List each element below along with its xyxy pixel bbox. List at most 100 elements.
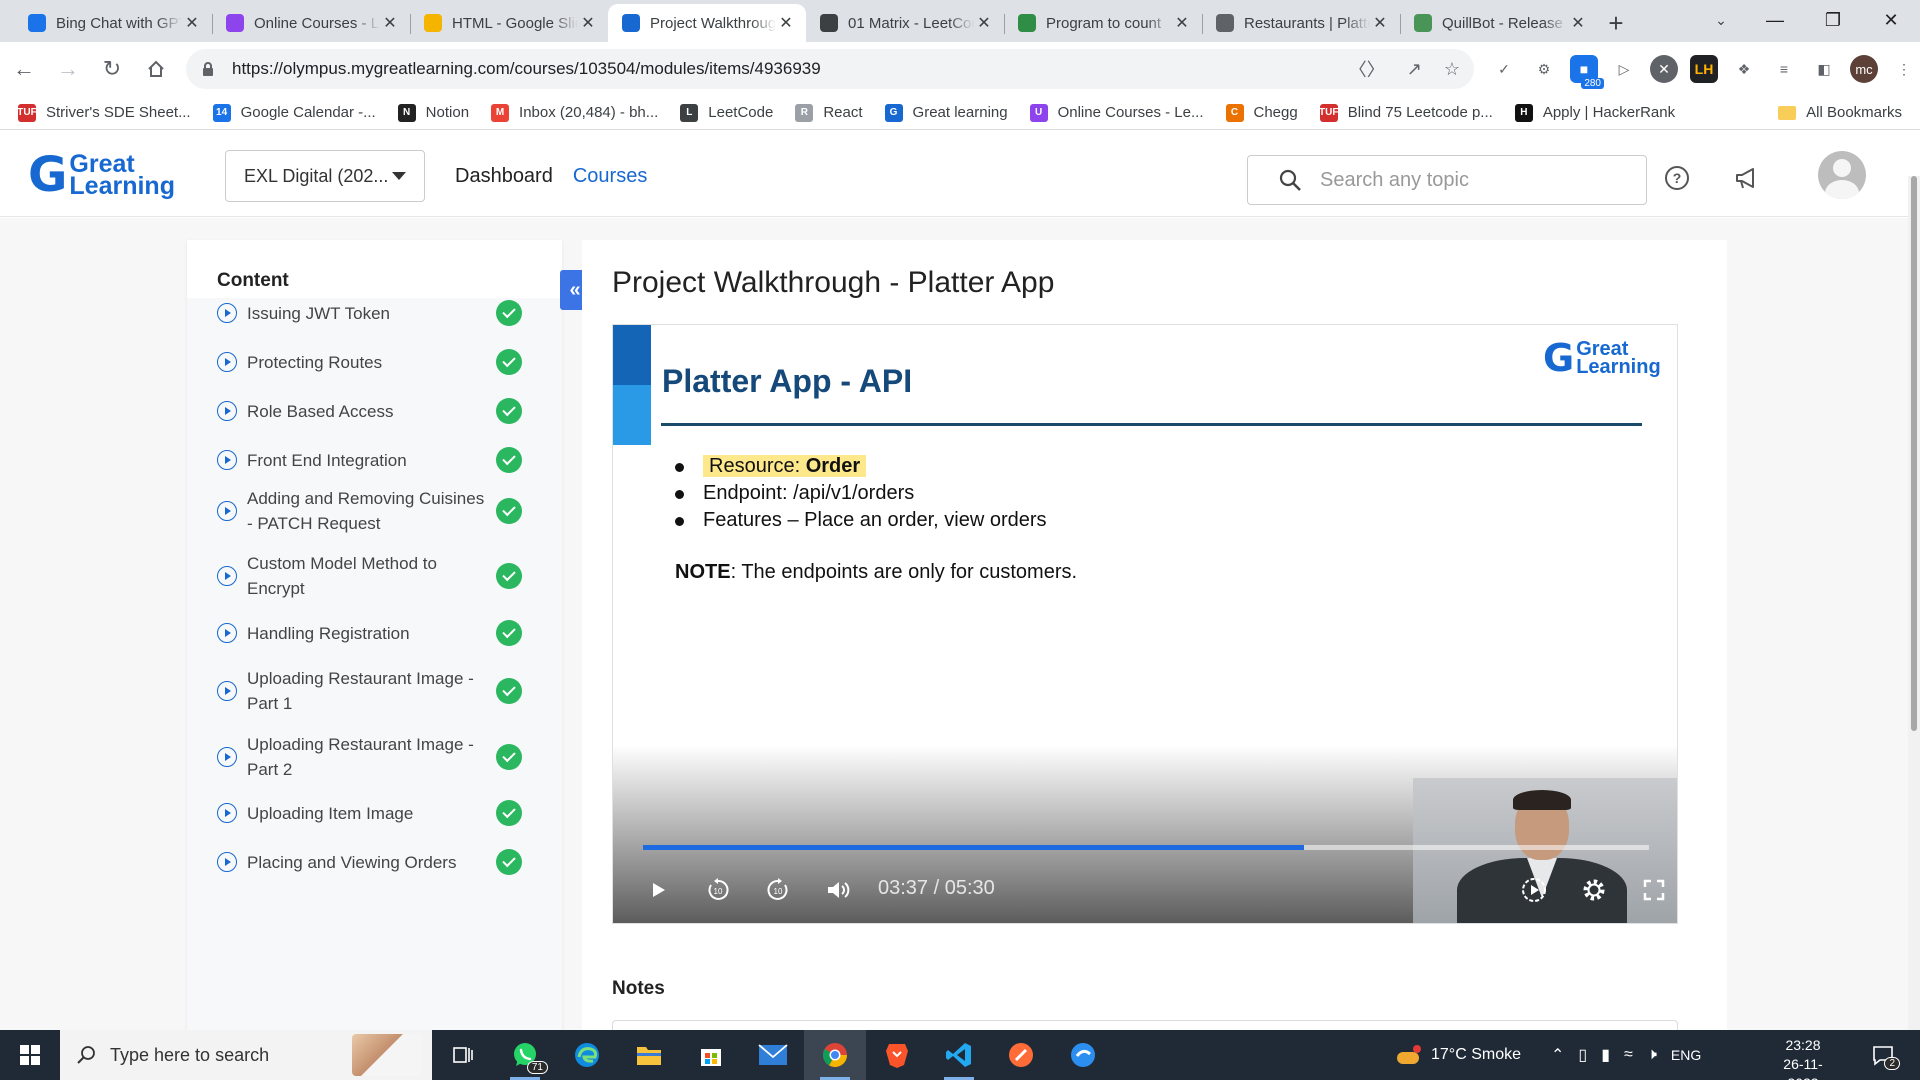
bookmark-item[interactable]: M Inbox (20,484) - bh...	[491, 103, 658, 122]
program-select[interactable]: EXL Digital (202...	[225, 150, 425, 202]
module-item[interactable]: Custom Model Method to Encrypt	[187, 551, 562, 601]
browser-tab[interactable]: HTML - Google Slides✕	[410, 4, 608, 42]
browser-tab[interactable]: Bing Chat with GPT-4✕	[14, 4, 212, 42]
minimize-button[interactable]: —	[1746, 0, 1804, 40]
puzzle-extensions-icon[interactable]: ❖	[1730, 55, 1758, 83]
great-learning-logo[interactable]: G Great Learning	[28, 151, 175, 199]
user-avatar[interactable]	[1818, 151, 1866, 199]
volume-button[interactable]	[823, 875, 853, 905]
module-item[interactable]: Uploading Restaurant Image - Part 1	[187, 666, 562, 716]
rewind-10-button[interactable]: 10	[703, 875, 733, 905]
module-item[interactable]: Role Based Access	[187, 396, 562, 426]
bookmark-item[interactable]: L LeetCode	[680, 103, 773, 122]
video-player[interactable]: Platter App - API G Great Learning Resou…	[612, 324, 1678, 924]
help-icon[interactable]: ?	[1662, 163, 1692, 193]
restore-button[interactable]: ❐	[1804, 0, 1862, 40]
bookmark-item[interactable]: N Notion	[397, 103, 469, 122]
all-bookmarks-button[interactable]: All Bookmarks	[1778, 104, 1902, 121]
tab-search-chevron-icon[interactable]: ⌄	[1707, 8, 1735, 32]
bookmark-star-icon[interactable]: ☆	[1444, 59, 1460, 80]
nav-dashboard-link[interactable]: Dashboard	[455, 165, 553, 188]
browser-tab[interactable]: Program to count ✕	[1004, 4, 1202, 42]
browser-tab[interactable]: QuillBot - Release ✕	[1400, 4, 1598, 42]
bookmark-item[interactable]: G Great learning	[884, 103, 1008, 122]
settings-button[interactable]	[1579, 875, 1609, 905]
start-button[interactable]	[0, 1030, 60, 1080]
check-extension-icon[interactable]: ✓	[1490, 55, 1518, 83]
address-bar[interactable]: https://olympus.mygreatlearning.com/cour…	[186, 49, 1474, 89]
taskbar-brave[interactable]	[866, 1030, 928, 1080]
weather-widget[interactable]: 17°C Smoke	[1395, 1044, 1521, 1066]
module-item[interactable]: Adding and Removing Cuisines - PATCH Req…	[187, 486, 562, 536]
taskbar-postman[interactable]	[990, 1030, 1052, 1080]
close-tab-icon[interactable]: ✕	[182, 13, 202, 33]
bookmark-item[interactable]: U Online Courses - Le...	[1029, 103, 1204, 122]
taskbar-chrome[interactable]	[804, 1030, 866, 1080]
taskbar-file-explorer[interactable]	[618, 1030, 680, 1080]
close-window-button[interactable]: ✕	[1862, 0, 1920, 40]
wifi-icon[interactable]: ≈	[1624, 1046, 1633, 1064]
tray-device-icon[interactable]: ▯	[1578, 1045, 1587, 1065]
bookmark-item[interactable]: H Apply | HackerRank	[1514, 103, 1675, 122]
taskbar-whatsapp[interactable]: 71	[494, 1030, 556, 1080]
close-tab-icon[interactable]: ✕	[578, 13, 598, 33]
forward-10-button[interactable]: 10	[763, 875, 793, 905]
reading-list-icon[interactable]: ≡	[1770, 55, 1798, 83]
site-info-icon[interactable]	[200, 61, 216, 77]
url-text[interactable]: https://olympus.mygreatlearning.com/cour…	[232, 59, 1349, 79]
nav-courses-link[interactable]: Courses	[573, 165, 647, 188]
bookmark-item[interactable]: 14 Google Calendar -...	[212, 103, 376, 122]
play-button[interactable]	[643, 875, 673, 905]
reload-button[interactable]: ↻	[92, 49, 132, 89]
notification-center-button[interactable]: 2	[1868, 1040, 1900, 1070]
back-button[interactable]: ←	[4, 49, 44, 89]
play-extension-icon[interactable]: ▷	[1610, 55, 1638, 83]
bookmark-item[interactable]: TUF Striver's SDE Sheet...	[17, 103, 191, 122]
bookmark-item[interactable]: TUF Blind 75 Leetcode p...	[1319, 103, 1493, 122]
tray-chevron-icon[interactable]: ⌃	[1551, 1045, 1564, 1065]
close-tab-icon[interactable]: ✕	[776, 13, 796, 33]
lh-extension-icon[interactable]: LH	[1690, 55, 1718, 83]
taskbar-search[interactable]: Type here to search	[60, 1030, 432, 1080]
bookmark-item[interactable]: C Chegg	[1225, 103, 1298, 122]
extension-gear-icon[interactable]: ⚙	[1530, 55, 1558, 83]
taskbar-vscode[interactable]	[928, 1030, 990, 1080]
module-item[interactable]: Placing and Viewing Orders	[187, 847, 562, 877]
close-tab-icon[interactable]: ✕	[1370, 13, 1390, 33]
home-button[interactable]	[136, 49, 176, 89]
module-item[interactable]: Protecting Routes	[187, 347, 562, 377]
bookmark-item[interactable]: R React	[795, 103, 863, 122]
extension-badge-icon[interactable]: ■ 280	[1570, 55, 1604, 89]
forward-button[interactable]: →	[48, 49, 88, 89]
battery-icon[interactable]: ▮	[1601, 1045, 1610, 1065]
close-tab-icon[interactable]: ✕	[974, 13, 994, 33]
browser-tab[interactable]: Project Walkthrough ✕	[608, 4, 806, 42]
new-tab-button[interactable]: +	[1598, 4, 1634, 42]
task-view-button[interactable]	[432, 1030, 494, 1080]
close-tab-icon[interactable]: ✕	[1172, 13, 1192, 33]
taskbar-store[interactable]	[680, 1030, 742, 1080]
fullscreen-button[interactable]	[1639, 875, 1669, 905]
taskbar-edge[interactable]	[556, 1030, 618, 1080]
side-panel-icon[interactable]: ◧	[1810, 55, 1838, 83]
module-item[interactable]: Uploading Item Image	[187, 798, 562, 828]
share-icon[interactable]: ↗	[1407, 59, 1422, 80]
close-tab-icon[interactable]: ✕	[380, 13, 400, 33]
module-item[interactable]: Uploading Restaurant Image - Part 2	[187, 732, 562, 782]
announcements-megaphone-icon[interactable]	[1732, 163, 1762, 193]
translate-icon[interactable]: 〈〉	[1349, 56, 1385, 82]
taskbar-teams-app[interactable]	[1052, 1030, 1114, 1080]
speaker-icon[interactable]: 🕨	[1647, 1046, 1657, 1064]
topic-search-input[interactable]	[1320, 168, 1620, 192]
close-extension-icon[interactable]: ✕	[1650, 55, 1678, 83]
page-scrollbar-thumb[interactable]	[1911, 176, 1917, 731]
taskbar-clock[interactable]: 23:28 26-11-2023	[1768, 1036, 1838, 1080]
module-item[interactable]: Front End Integration	[187, 445, 562, 475]
browser-tab[interactable]: 01 Matrix - LeetCode✕	[806, 4, 1004, 42]
playback-speed-button[interactable]	[1519, 875, 1549, 905]
page-scrollbar[interactable]	[1908, 176, 1920, 1030]
browser-menu-icon[interactable]: ⋮	[1890, 55, 1918, 83]
video-progress-bar[interactable]	[643, 845, 1649, 850]
taskbar-mail[interactable]	[742, 1030, 804, 1080]
search-icon[interactable]	[1278, 168, 1302, 192]
